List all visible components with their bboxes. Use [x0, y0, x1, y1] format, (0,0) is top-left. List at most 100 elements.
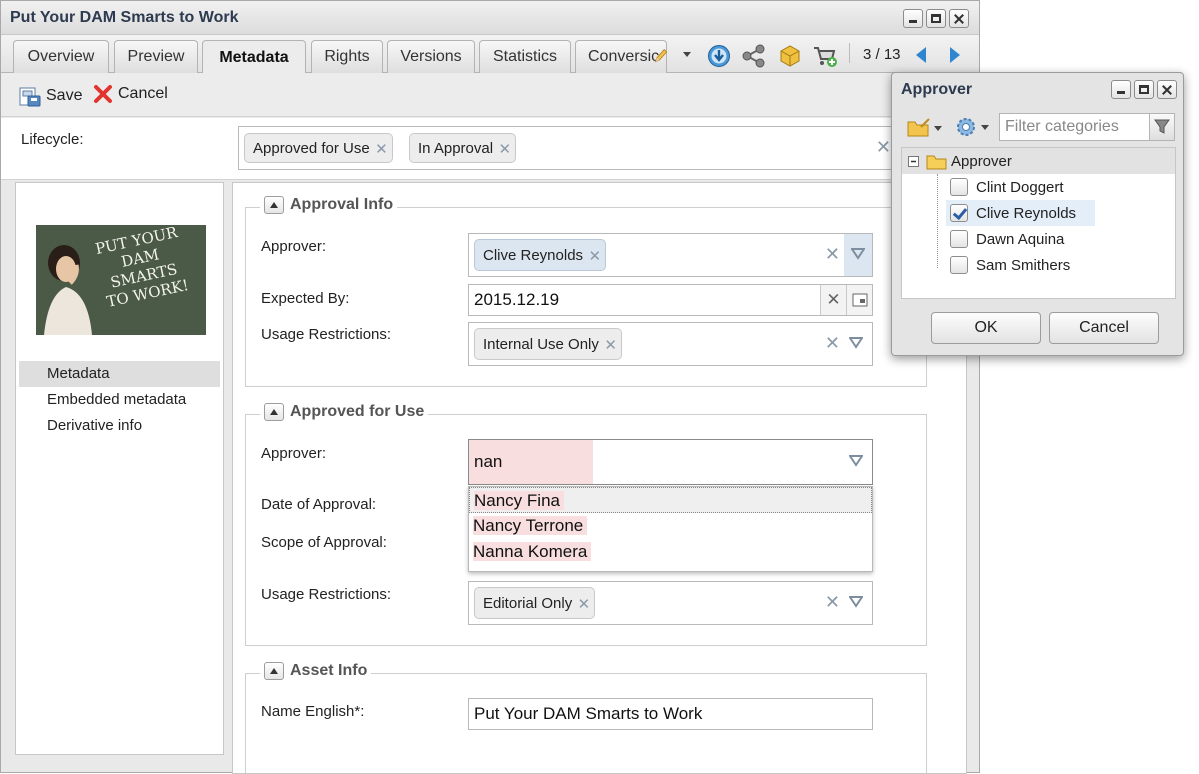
lifecycle-row: Lifecycle: Approved for Use ✕ In Approval… — [1, 118, 979, 180]
remove-tag-icon[interactable]: ✕ — [498, 140, 511, 158]
clear-icon[interactable]: ✕ — [825, 333, 840, 354]
usage-restrictions-field[interactable]: Internal Use Only ✕ ✕ — [468, 322, 873, 366]
typed-text: nan — [469, 440, 593, 484]
dropdown-trigger[interactable] — [844, 234, 872, 276]
asset-thumbnail[interactable]: PUT YOUR DAM SMARTS TO WORK! — [36, 225, 206, 335]
clear-icon[interactable]: ✕ — [825, 592, 840, 613]
tab-rights[interactable]: Rights — [311, 40, 383, 73]
previous-arrow-icon[interactable] — [914, 46, 928, 64]
tree-item[interactable]: Dawn Aquina — [902, 226, 1175, 252]
asset-window: Put Your DAM Smarts to Work Overview Pre… — [0, 0, 980, 774]
maximize-icon[interactable] — [926, 9, 946, 28]
name-english-input[interactable]: Put Your DAM Smarts to Work — [468, 698, 873, 730]
approval-info-section: Approval Info Approver: Clive Reynolds ✕ … — [245, 196, 927, 387]
page-counter: 3 / 13 — [863, 46, 901, 63]
lifecycle-tag[interactable]: Approved for Use ✕ — [244, 133, 393, 163]
tree-root-label: Approver — [951, 152, 1012, 170]
tab-statistics[interactable]: Statistics — [479, 40, 571, 73]
suggestion-item[interactable]: Nancy Fina — [469, 487, 872, 513]
usage-tag[interactable]: Internal Use Only ✕ — [474, 328, 622, 360]
tab-versions[interactable]: Versions — [387, 40, 475, 73]
checkbox-checked[interactable] — [950, 204, 968, 222]
section-legend: Approved for Use — [260, 403, 429, 421]
chevron-down-icon[interactable] — [849, 337, 863, 349]
ok-button[interactable]: OK — [931, 312, 1041, 344]
name-english-label: Name English*: — [261, 703, 365, 720]
collapse-tree-icon[interactable] — [908, 156, 920, 168]
tree-item[interactable]: Clint Doggert — [902, 174, 1175, 200]
minimize-icon[interactable] — [903, 9, 923, 28]
expected-by-field[interactable]: 2015.12.19 ✕ — [468, 284, 873, 316]
checkbox[interactable] — [950, 178, 968, 196]
lifecycle-tag[interactable]: In Approval ✕ — [409, 133, 517, 163]
remove-tag-icon[interactable]: ✕ — [578, 595, 591, 613]
package-icon[interactable] — [777, 43, 803, 69]
approver-field[interactable]: Clive Reynolds ✕ ✕ — [468, 233, 873, 277]
window-controls — [903, 9, 969, 28]
close-icon[interactable] — [1157, 80, 1177, 99]
tag-label: Clive Reynolds — [483, 246, 584, 264]
tree-item-label: Clive Reynolds — [976, 204, 1077, 222]
asset-info-section: Asset Info Name English*: Put Your DAM S… — [245, 662, 927, 773]
pencil-icon[interactable] — [653, 45, 669, 67]
clear-icon[interactable]: ✕ — [825, 244, 840, 265]
section-title: Approval Info — [290, 196, 394, 213]
maximize-icon[interactable] — [1134, 80, 1154, 99]
tree-item[interactable]: Sam Smithers — [902, 252, 1175, 278]
usage-restrictions-field[interactable]: Editorial Only ✕ ✕ — [468, 581, 873, 625]
collapse-icon[interactable] — [264, 403, 284, 421]
cancel-button[interactable]: Cancel — [93, 84, 168, 104]
save-label: Save — [46, 87, 83, 104]
clear-date-icon[interactable]: ✕ — [820, 285, 846, 315]
remove-tag-icon[interactable]: ✕ — [588, 247, 601, 265]
tree-root-approver[interactable]: Approver — [902, 148, 1175, 174]
remove-tag-icon[interactable]: ✕ — [604, 336, 617, 354]
suggestion-item[interactable]: Nanna Komera — [469, 539, 872, 565]
usage-tag[interactable]: Editorial Only ✕ — [474, 587, 596, 619]
collapse-icon[interactable] — [264, 196, 284, 214]
close-icon[interactable] — [949, 9, 969, 28]
dialog-title: Approver — [901, 81, 973, 98]
cart-add-icon[interactable] — [812, 43, 838, 69]
typed-value: nan — [474, 452, 503, 471]
checkbox[interactable] — [950, 230, 968, 248]
save-button[interactable]: Save — [17, 84, 82, 108]
edit-toolbar: Save Cancel — [1, 73, 979, 117]
tab-label: Statistics — [492, 48, 557, 65]
tree-item-label: Clint Doggert — [976, 178, 1064, 196]
minimize-icon[interactable] — [1111, 80, 1131, 99]
tab-metadata[interactable]: Metadata — [202, 40, 306, 74]
chevron-down-icon[interactable] — [682, 51, 692, 59]
ok-label: OK — [974, 319, 998, 336]
checkbox[interactable] — [950, 256, 968, 274]
chevron-down-icon[interactable] — [849, 455, 863, 467]
download-icon[interactable] — [707, 44, 731, 68]
clear-icon[interactable]: ✕ — [876, 137, 891, 158]
tab-preview[interactable]: Preview — [114, 40, 198, 73]
chevron-down-icon[interactable] — [849, 596, 863, 608]
next-arrow-icon[interactable] — [948, 46, 962, 64]
nav-item-metadata[interactable]: Metadata — [19, 361, 220, 387]
nav-item-derivative-info[interactable]: Derivative info — [19, 413, 220, 439]
tree-item-label: Sam Smithers — [976, 256, 1071, 274]
gear-menu-icon[interactable] — [955, 115, 995, 139]
collapse-icon[interactable] — [264, 662, 284, 680]
calendar-icon[interactable] — [846, 285, 872, 315]
filter-categories-input[interactable]: Filter categories — [999, 113, 1162, 141]
tab-overview[interactable]: Overview — [13, 40, 109, 73]
dialog-cancel-button[interactable]: Cancel — [1049, 312, 1159, 344]
folder-menu-icon[interactable] — [907, 117, 943, 139]
filter-icon[interactable] — [1149, 113, 1175, 141]
window-titlebar[interactable]: Put Your DAM Smarts to Work — [1, 1, 979, 35]
tag-label: Editorial Only — [483, 594, 573, 612]
nav-item-embedded-metadata[interactable]: Embedded metadata — [19, 387, 220, 413]
approver-search-input[interactable]: nan — [468, 439, 873, 485]
approver-tag[interactable]: Clive Reynolds ✕ — [474, 239, 607, 271]
lifecycle-field[interactable]: Approved for Use ✕ In Approval ✕ ✕ — [238, 126, 900, 170]
suggestion-item[interactable]: Nancy Terrone — [469, 513, 872, 539]
share-icon[interactable] — [741, 44, 767, 68]
remove-tag-icon[interactable]: ✕ — [375, 140, 388, 158]
lifecycle-label: Lifecycle: — [21, 131, 84, 148]
tree-item-selected[interactable]: Clive Reynolds — [946, 200, 1095, 226]
cancel-label: Cancel — [1079, 319, 1129, 336]
